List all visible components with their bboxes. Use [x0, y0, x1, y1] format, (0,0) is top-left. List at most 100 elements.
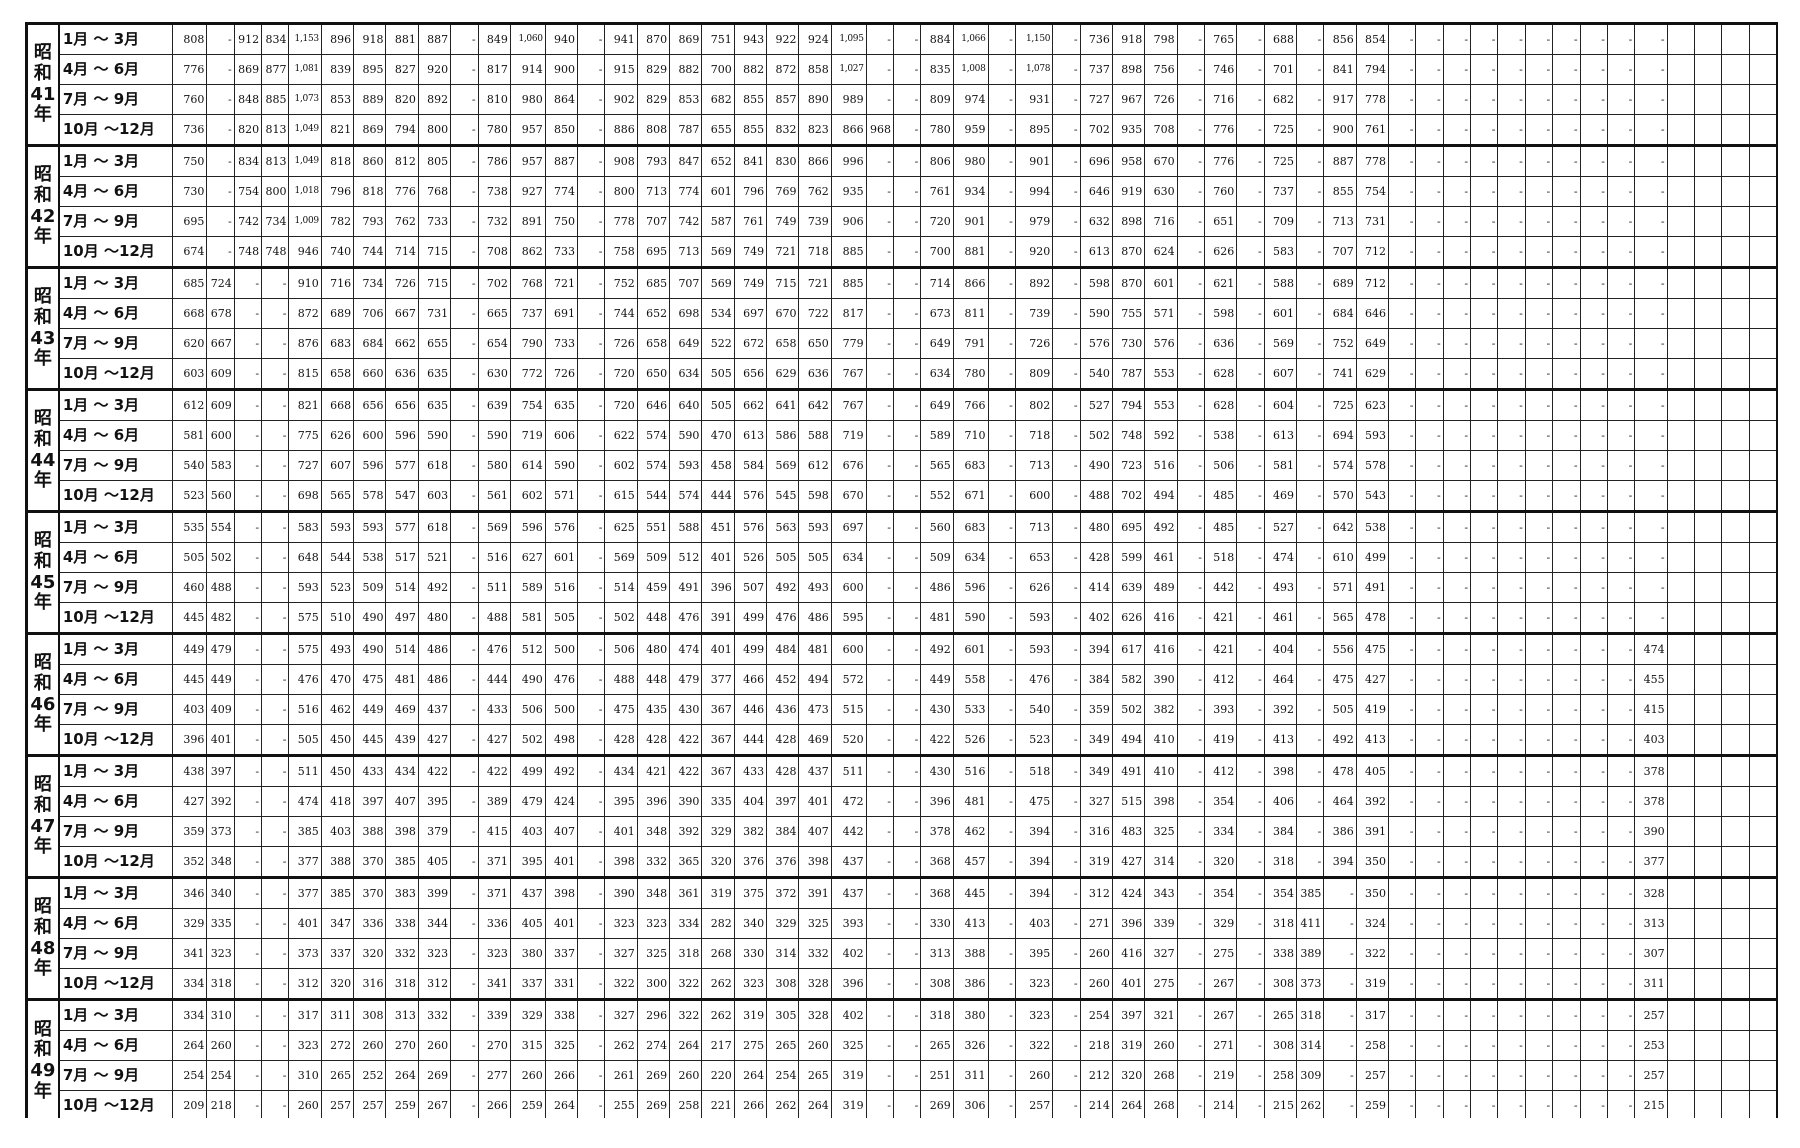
data-cell: 507	[733, 572, 768, 603]
data-cell: 869	[669, 22, 703, 55]
data-cell: 399	[417, 876, 452, 909]
data-cell: 260	[1079, 968, 1113, 1000]
data-cell: -	[1052, 114, 1081, 146]
data-cell: -	[1470, 358, 1499, 390]
data-cell: -	[1295, 754, 1325, 787]
data-cell	[1748, 1030, 1778, 1061]
data-cell: 267	[417, 1090, 452, 1118]
data-cell: -	[261, 816, 290, 847]
data-cell: 350	[1355, 876, 1390, 909]
data-cell: 682	[1263, 84, 1298, 115]
data-cell: -	[1295, 602, 1325, 634]
data-cell: 449	[206, 664, 235, 695]
data-cell: -	[206, 206, 235, 237]
data-cell: 760	[171, 84, 208, 115]
data-cell: 695	[171, 206, 208, 237]
data-cell: 598	[1079, 266, 1113, 299]
data-cell: 262	[701, 968, 735, 1000]
data-cell: -	[1236, 144, 1265, 177]
data-cell: -	[1052, 754, 1081, 787]
data-cell: 574	[636, 450, 671, 481]
data-cell: -	[261, 328, 290, 359]
data-cell: 576	[733, 480, 768, 512]
data-cell: 713	[1323, 206, 1357, 237]
data-cell: -	[1295, 144, 1325, 177]
data-cell: -	[892, 602, 922, 634]
data-cell: 377	[288, 846, 322, 878]
data-cell: 849	[477, 22, 511, 55]
data-cell: 809	[1014, 358, 1054, 390]
data-cell	[1721, 54, 1750, 85]
data-cell: -	[261, 664, 290, 695]
data-cell: 275	[1203, 938, 1238, 969]
data-cell: 434	[604, 754, 638, 787]
data-cell	[1666, 846, 1695, 878]
data-cell: 1,060	[509, 22, 546, 55]
quarter-label: 10月 ～12月	[58, 236, 173, 268]
table-row: 10月 ～12月 736-820 813 1,049 821 869 794 800-780 9…	[27, 114, 1778, 146]
data-cell: -	[1415, 114, 1444, 146]
data-cell: 808	[636, 114, 671, 146]
data-cell: 802	[1014, 388, 1054, 421]
data-cell: 662	[385, 328, 419, 359]
data-cell: 912	[233, 22, 263, 55]
data-cell: 378	[1634, 786, 1668, 817]
data-cell: 421	[1203, 602, 1238, 634]
data-cell: 767	[830, 388, 867, 421]
quarter-label: 10月 ～12月	[58, 602, 173, 634]
data-cell	[1748, 388, 1778, 421]
data-cell: -	[1497, 206, 1526, 237]
data-cell: 598	[798, 480, 832, 512]
data-cell: -	[233, 694, 263, 725]
data-cell: 326	[952, 1030, 989, 1061]
data-cell: 640	[669, 388, 703, 421]
data-cell: -	[1388, 206, 1417, 237]
data-cell: 607	[320, 450, 355, 481]
data-cell: 325	[798, 908, 832, 939]
data-cell: 553	[1144, 388, 1178, 421]
data-cell: -	[1323, 1090, 1357, 1118]
data-cell: 689	[320, 298, 355, 329]
data-cell: 642	[798, 388, 832, 421]
data-cell: -	[1442, 22, 1472, 55]
data-cell: 277	[477, 1060, 511, 1091]
data-cell: -	[1442, 938, 1472, 969]
data-cell: -	[450, 908, 479, 939]
data-cell: 518	[1203, 542, 1238, 573]
data-cell: 327	[604, 998, 638, 1031]
data-cell: -	[577, 632, 606, 665]
data-cell: 492	[1144, 510, 1178, 543]
data-cell: 526	[952, 724, 989, 756]
data-cell: 589	[920, 420, 954, 451]
data-cell	[1748, 754, 1778, 787]
data-cell: 264	[1111, 1090, 1146, 1118]
data-cell: 405	[1355, 754, 1390, 787]
data-cell: -	[1442, 266, 1472, 299]
data-cell	[1693, 572, 1723, 603]
data-cell: -	[1497, 786, 1526, 817]
data-cell: 334	[1203, 816, 1238, 847]
data-cell: -	[1552, 206, 1581, 237]
data-cell: -	[987, 876, 1016, 909]
data-cell: 794	[1111, 388, 1146, 421]
data-cell: -	[1470, 632, 1499, 665]
data-cell: 415	[477, 816, 511, 847]
data-cell: 892	[1014, 266, 1054, 299]
data-cell: 910	[288, 266, 322, 299]
data-cell: 800	[604, 176, 638, 207]
data-cell: 391	[798, 876, 832, 909]
data-cell: -	[1052, 908, 1081, 939]
data-cell: 320	[701, 846, 735, 878]
data-cell	[1748, 876, 1778, 909]
data-cell: -	[892, 724, 922, 756]
era-year-label: 昭和 42 年	[25, 144, 60, 268]
data-cell: 667	[385, 298, 419, 329]
data-cell: 989	[830, 84, 867, 115]
data-cell: 514	[385, 572, 419, 603]
data-cell: -	[1388, 388, 1417, 421]
data-cell: -	[1524, 114, 1554, 146]
era-char: 年	[33, 470, 52, 492]
data-cell: 500	[544, 694, 579, 725]
data-cell: -	[1497, 938, 1526, 969]
data-cell: 678	[206, 298, 235, 329]
